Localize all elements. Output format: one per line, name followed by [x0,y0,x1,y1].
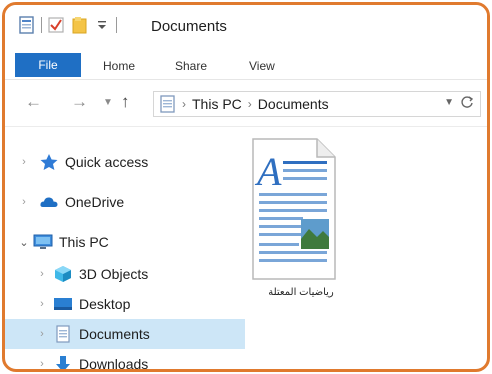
cloud-icon [40,197,58,207]
address-dropdown-icon[interactable]: ▼ [444,97,454,108]
breadcrumb-chevron-icon[interactable]: › [248,97,252,111]
cube-icon [55,266,71,282]
nav-item-downloads[interactable]: › Downloads [5,349,245,372]
nav-item-label: Downloads [79,356,149,372]
expand-chevron-icon[interactable]: › [17,196,31,208]
ribbon-tabs: File Home Share View [5,49,487,80]
title-bar: Documents [5,5,487,49]
nav-item-label: 3D Objects [79,266,149,282]
nav-item-documents[interactable]: › Documents [5,319,245,349]
nav-item-quick-access[interactable]: › Quick access [5,147,227,177]
nav-item-label: Documents [79,326,150,342]
window-title: Documents [151,18,227,35]
tab-home[interactable]: Home [103,59,135,73]
up-arrow-icon[interactable]: ↑ [121,92,130,112]
back-arrow-icon[interactable]: ← [25,92,42,112]
download-icon [56,356,70,369]
computer-icon [33,234,53,249]
expand-chevron-icon[interactable]: › [35,268,49,280]
customize-toolbar-icon[interactable] [94,16,110,34]
nav-item-3d-objects[interactable]: › 3D Objects [5,259,245,289]
recent-locations-chevron-icon[interactable]: ▼ [103,97,113,108]
expand-chevron-icon[interactable]: › [35,328,49,340]
file-item[interactable]: A [243,133,343,303]
breadcrumb-documents[interactable]: Documents [258,96,329,112]
nav-item-label: Desktop [79,296,131,312]
explorer-window: Documents File Home Share View ← → ▼ ↑ ›… [2,2,490,372]
nav-item-onedrive[interactable]: › OneDrive [5,187,227,217]
svg-text:A: A [254,149,282,194]
expand-chevron-icon[interactable]: › [17,156,31,168]
file-name-label[interactable]: رياضيات المعتلة [251,287,351,298]
address-bar[interactable]: › This PC › Documents ▼ [153,91,481,117]
breadcrumb-chevron-icon[interactable]: › [182,97,186,111]
navigation-pane: › Quick access › OneDrive ⌄ This PC › 3D… [5,127,245,369]
toolbar-separator [116,17,117,33]
documents-location-icon [160,95,175,113]
breadcrumb-this-pc[interactable]: This PC [192,96,242,112]
nav-item-label: OneDrive [65,194,125,210]
nav-item-label: This PC [59,234,109,250]
tab-share[interactable]: Share [175,59,207,73]
quick-access-toolbar [19,14,123,36]
document-icon [56,325,70,343]
address-bar-controls: ▼ [444,95,474,109]
collapse-chevron-icon[interactable]: ⌄ [17,236,31,249]
expand-chevron-icon[interactable]: › [35,298,49,310]
nav-item-this-pc[interactable]: ⌄ This PC [5,227,227,257]
nav-item-desktop[interactable]: › Desktop [5,289,245,319]
forward-arrow-icon[interactable]: → [71,92,88,112]
star-icon [40,154,58,170]
tab-view[interactable]: View [249,59,275,73]
wordpad-document-icon: A [252,138,336,280]
nav-item-label: Quick access [65,154,149,170]
desktop-icon [54,298,72,310]
properties-icon[interactable] [19,16,35,34]
refresh-icon[interactable] [460,95,474,109]
new-folder-icon[interactable] [72,16,88,34]
address-row: ← → ▼ ↑ › This PC › Documents ▼ [5,80,487,127]
expand-chevron-icon[interactable]: › [35,358,49,369]
toolbar-separator [41,17,42,33]
checkmark-icon[interactable] [48,16,64,34]
tab-file[interactable]: File [15,53,81,77]
